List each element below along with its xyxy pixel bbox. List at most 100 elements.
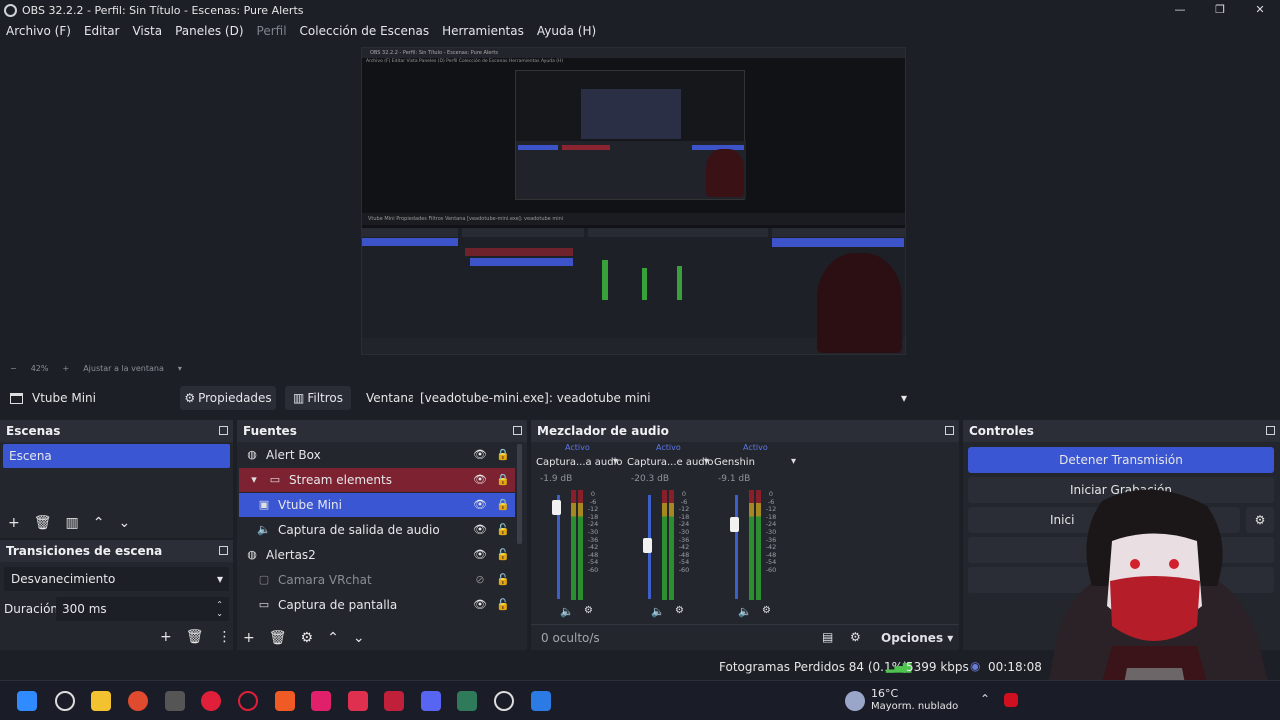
channel-menu-chevron-icon[interactable]: ▾: [791, 456, 796, 467]
source-item-hidden[interactable]: ▢ Camara VRchat ⊘ 🔓: [239, 568, 515, 592]
notepad-icon[interactable]: [457, 691, 477, 711]
menu-archivo[interactable]: Archivo (F): [6, 24, 71, 38]
zoom-in-button[interactable]: +: [62, 364, 69, 373]
zoom-out-button[interactable]: −: [10, 364, 17, 373]
chrome-icon[interactable]: [128, 691, 148, 711]
eye-icon[interactable]: 👁: [473, 598, 487, 612]
source-item[interactable]: ▭ Captura de pantalla 👁 🔓: [239, 593, 515, 617]
channel-fader-track[interactable]: [735, 495, 738, 599]
chevron-down-icon[interactable]: ⌄: [353, 630, 365, 646]
popout-icon[interactable]: [1266, 426, 1275, 435]
eye-icon[interactable]: 👁: [473, 548, 487, 562]
channel-fader-handle[interactable]: [730, 516, 739, 532]
filter-icon[interactable]: ▥: [66, 515, 79, 531]
popout-icon[interactable]: [945, 426, 954, 435]
eye-icon[interactable]: 👁: [473, 473, 487, 487]
stepper-icon[interactable]: ⌃ ⌄: [216, 600, 223, 618]
channel-menu-chevron-icon[interactable]: ▾: [704, 456, 709, 467]
unlock-icon[interactable]: 🔓: [496, 598, 510, 612]
window-select[interactable]: [veadotube-mini.exe]: veadotube mini ▾: [413, 386, 913, 410]
channel-gear-icon[interactable]: ⚙: [762, 605, 771, 616]
preview-scene-selected: [362, 238, 458, 246]
minimize-button[interactable]: —: [1160, 0, 1200, 20]
menu-editar[interactable]: Editar: [84, 24, 120, 38]
eye-icon[interactable]: 👁: [473, 523, 487, 537]
channel-fader-handle[interactable]: [552, 499, 561, 515]
lock-icon[interactable]: 🔒: [496, 498, 510, 512]
gear-icon[interactable]: ⚙: [850, 630, 861, 644]
speaker-icon[interactable]: 🔈: [651, 605, 665, 618]
trash-icon[interactable]: 🗑: [269, 630, 287, 646]
layout-icon[interactable]: ▤: [822, 630, 833, 644]
opera-icon[interactable]: [238, 691, 258, 711]
speaker-icon[interactable]: 🔈: [560, 605, 574, 618]
discord-icon[interactable]: [421, 691, 441, 711]
duration-field[interactable]: 300 ms ⌃ ⌄: [56, 597, 229, 621]
app-icon-blue[interactable]: [531, 691, 551, 711]
chevron-down-icon[interactable]: ▾: [178, 364, 182, 373]
unlock-icon[interactable]: 🔓: [496, 523, 510, 537]
options-button[interactable]: Opciones ▾: [881, 631, 953, 645]
file-explorer-icon[interactable]: [91, 691, 111, 711]
tray-chevron-up-icon[interactable]: ⌃: [980, 692, 990, 706]
trash-icon[interactable]: 🗑: [34, 515, 52, 531]
lock-icon[interactable]: 🔒: [496, 473, 510, 487]
channel-gear-icon[interactable]: ⚙: [584, 605, 593, 616]
menu-coleccion-escenas[interactable]: Colección de Escenas: [300, 24, 430, 38]
app-icon[interactable]: [165, 691, 185, 711]
chevron-up-icon[interactable]: ⌃: [93, 515, 105, 531]
program-preview[interactable]: OBS 32.2.2 - Perfil: Sin Título - Escena…: [361, 47, 906, 355]
brave-icon[interactable]: [275, 691, 295, 711]
popout-icon[interactable]: [219, 426, 228, 435]
close-button[interactable]: ✕: [1240, 0, 1280, 20]
chevron-up-icon[interactable]: ⌃: [327, 630, 339, 646]
source-item-folder[interactable]: ▾ ▭ Stream elements 👁 🔒: [239, 468, 515, 492]
more-icon[interactable]: ⋮: [218, 629, 232, 645]
transition-select[interactable]: Desvanecimiento ▾: [4, 567, 229, 591]
properties-button[interactable]: ⚙ Propiedades: [180, 386, 276, 410]
tiktok-studio-icon[interactable]: [311, 691, 331, 711]
unlock-icon[interactable]: 🔓: [496, 548, 510, 562]
eye-off-icon[interactable]: ⊘: [473, 573, 487, 587]
tray-app-icon[interactable]: [1004, 693, 1018, 707]
source-item[interactable]: ◍ Alertas2 👁 🔓: [239, 543, 515, 567]
preview-avatar: [817, 253, 902, 353]
eye-icon[interactable]: 👁: [473, 498, 487, 512]
add-icon[interactable]: +: [243, 630, 255, 646]
menu-vista[interactable]: Vista: [132, 24, 162, 38]
unlock-icon[interactable]: 🔓: [496, 573, 510, 587]
app-icon-v[interactable]: [384, 691, 404, 711]
media-player-icon[interactable]: [201, 691, 221, 711]
scene-item[interactable]: Escena: [3, 444, 230, 468]
filters-button[interactable]: ▥ Filtros: [285, 386, 351, 410]
channel-gear-icon[interactable]: ⚙: [675, 605, 684, 616]
trash-icon[interactable]: 🗑: [186, 629, 204, 645]
add-icon[interactable]: +: [8, 515, 20, 531]
menu-paneles[interactable]: Paneles (D): [175, 24, 243, 38]
add-icon[interactable]: +: [160, 629, 172, 645]
zoom-fit-select[interactable]: Ajustar a la ventana: [83, 364, 164, 373]
maximize-button[interactable]: ❐: [1200, 0, 1240, 20]
menu-herramientas[interactable]: Herramientas: [442, 24, 524, 38]
speaker-icon[interactable]: 🔈: [738, 605, 752, 618]
source-item[interactable]: ◍ Alert Box 👁 🔒: [239, 443, 515, 467]
windows-start-icon[interactable]: [17, 691, 37, 711]
streamlabs-icon[interactable]: [348, 691, 368, 711]
source-item-selected[interactable]: ▣ Vtube Mini 👁 🔒: [239, 493, 515, 517]
gear-icon[interactable]: ⚙: [301, 630, 314, 646]
sources-scrollbar[interactable]: [517, 444, 522, 544]
menu-ayuda[interactable]: Ayuda (H): [537, 24, 596, 38]
lock-icon[interactable]: 🔒: [496, 448, 510, 462]
dropped-frames: Fotogramas Perdidos 84 (0.1%): [719, 660, 908, 674]
stop-stream-button[interactable]: Detener Transmisión: [968, 447, 1274, 473]
channel-fader-handle[interactable]: [643, 537, 652, 553]
popout-icon[interactable]: [513, 426, 522, 435]
eye-icon[interactable]: 👁: [473, 448, 487, 462]
chevron-down-icon[interactable]: ⌄: [118, 515, 130, 531]
obs-taskbar-icon[interactable]: [494, 691, 514, 711]
popout-icon[interactable]: [219, 546, 228, 555]
source-item[interactable]: 🔈 Captura de salida de audio 👁 🔓: [239, 518, 515, 542]
search-icon[interactable]: [55, 691, 75, 711]
channel-menu-chevron-icon[interactable]: ▾: [613, 456, 618, 467]
menu-perfil[interactable]: Perfil: [257, 24, 287, 38]
